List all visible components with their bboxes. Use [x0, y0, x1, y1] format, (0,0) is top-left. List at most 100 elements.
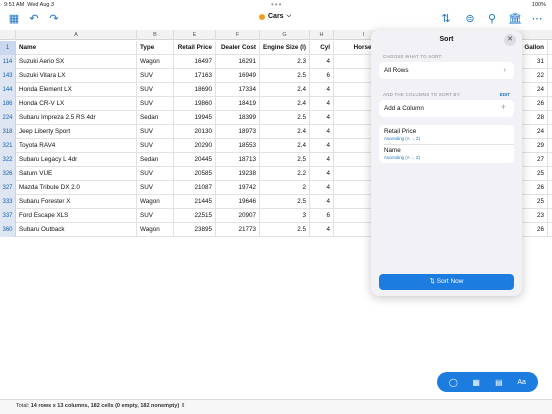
cell-type[interactable]: SUV: [137, 69, 174, 83]
row-number[interactable]: 327: [0, 181, 16, 195]
cell-type[interactable]: Wagon: [137, 195, 174, 209]
cell-engine-size[interactable]: 3: [260, 209, 310, 223]
cell-type[interactable]: SUV: [137, 139, 174, 153]
cell-retail-price[interactable]: 22515: [174, 209, 216, 223]
edit-button[interactable]: EDIT: [500, 92, 510, 97]
cell-gallon[interactable]: 24: [521, 83, 548, 97]
cell-gallon[interactable]: 29: [521, 139, 548, 153]
cell-type[interactable]: SUV: [137, 209, 174, 223]
column-letter[interactable]: A: [16, 30, 137, 40]
cell-name[interactable]: Honda CR-V LX: [16, 97, 137, 111]
cell-retail-price[interactable]: 21445: [174, 195, 216, 209]
cell-cyl[interactable]: 4: [310, 125, 334, 139]
cell-retail-price[interactable]: 19945: [174, 111, 216, 125]
corner-cell[interactable]: [0, 30, 16, 40]
cell-retail-price[interactable]: 16497: [174, 55, 216, 69]
cell-type[interactable]: Sedan: [137, 111, 174, 125]
cell-engine-size[interactable]: 2: [260, 181, 310, 195]
cell-engine-size[interactable]: 2.5: [260, 153, 310, 167]
sort-criterion[interactable]: Name Ascending (A → Z): [379, 144, 514, 163]
row-number[interactable]: 360: [0, 223, 16, 237]
add-column-button[interactable]: Add a Column +: [379, 100, 514, 117]
scope-selector[interactable]: All Rows ›: [379, 62, 514, 79]
documents-icon[interactable]: ▦: [6, 12, 22, 26]
cell-cyl[interactable]: 4: [310, 97, 334, 111]
column-header[interactable]: Dealer Cost: [216, 41, 260, 55]
cell-dealer-cost[interactable]: 18419: [216, 97, 260, 111]
more-icon[interactable]: ⋯: [529, 12, 545, 26]
column-header[interactable]: Name: [16, 41, 137, 55]
row-number[interactable]: 186: [0, 97, 16, 111]
cell-cyl[interactable]: 6: [310, 69, 334, 83]
cell-name[interactable]: Mazda Tribute DX 2.0: [16, 181, 137, 195]
cell-dealer-cost[interactable]: 18713: [216, 153, 260, 167]
row-number[interactable]: 326: [0, 167, 16, 181]
row-number[interactable]: 1: [0, 41, 16, 55]
cell-retail-price[interactable]: 20130: [174, 125, 216, 139]
cell-dealer-cost[interactable]: 18399: [216, 111, 260, 125]
row-number[interactable]: 321: [0, 139, 16, 153]
cell-engine-size[interactable]: 2.5: [260, 111, 310, 125]
cell-engine-size[interactable]: 2.4: [260, 125, 310, 139]
cell-gallon[interactable]: 26: [521, 181, 548, 195]
cell-cyl[interactable]: 4: [310, 153, 334, 167]
cell-cyl[interactable]: 6: [310, 209, 334, 223]
column-header[interactable]: Gallon: [521, 41, 548, 55]
cell-cyl[interactable]: 4: [310, 181, 334, 195]
stepper-icon[interactable]: ⇕: [181, 403, 186, 409]
cell-name[interactable]: Subaru Outback: [16, 223, 137, 237]
column-header[interactable]: Cyl: [310, 41, 334, 55]
row-number[interactable]: 333: [0, 195, 16, 209]
cell-cyl[interactable]: 4: [310, 223, 334, 237]
cell-engine-size[interactable]: 2.3: [260, 55, 310, 69]
column-letter[interactable]: H: [310, 30, 334, 40]
close-icon[interactable]: ✕: [504, 34, 516, 46]
filter-icon[interactable]: ⊜: [462, 12, 478, 26]
row-number[interactable]: 144: [0, 83, 16, 97]
cell-dealer-cost[interactable]: 19742: [216, 181, 260, 195]
cell-retail-price[interactable]: 19860: [174, 97, 216, 111]
library-icon[interactable]: 🏛: [507, 12, 523, 26]
cell-cyl[interactable]: 4: [310, 139, 334, 153]
cell-retail-price[interactable]: 20445: [174, 153, 216, 167]
cell-dealer-cost[interactable]: 18553: [216, 139, 260, 153]
cell-engine-size[interactable]: 2.5: [260, 69, 310, 83]
cell-type[interactable]: SUV: [137, 97, 174, 111]
cell-cyl[interactable]: 4: [310, 83, 334, 97]
multitask-dots-icon[interactable]: •••: [271, 0, 282, 9]
cell-engine-size[interactable]: 2.4: [260, 139, 310, 153]
column-layout-icon[interactable]: ▤: [491, 378, 507, 387]
row-number[interactable]: 318: [0, 125, 16, 139]
row-number[interactable]: 322: [0, 153, 16, 167]
cell-cyl[interactable]: 4: [310, 195, 334, 209]
cell-retail-price[interactable]: 21087: [174, 181, 216, 195]
cell-dealer-cost[interactable]: 20907: [216, 209, 260, 223]
cell-engine-size[interactable]: 2.5: [260, 195, 310, 209]
column-header[interactable]: Type: [137, 41, 174, 55]
cell-name[interactable]: Honda Element LX: [16, 83, 137, 97]
cell-type[interactable]: Wagon: [137, 223, 174, 237]
cell-gallon[interactable]: 31: [521, 55, 548, 69]
cell-cyl[interactable]: 4: [310, 111, 334, 125]
cell-dealer-cost[interactable]: 18973: [216, 125, 260, 139]
cell-name[interactable]: Suzuki Vitara LX: [16, 69, 137, 83]
cell-cyl[interactable]: 4: [310, 55, 334, 69]
cell-dealer-cost[interactable]: 16291: [216, 55, 260, 69]
cell-cyl[interactable]: 4: [310, 167, 334, 181]
cell-gallon[interactable]: 24: [521, 125, 548, 139]
redo-icon[interactable]: ↷: [46, 12, 62, 26]
column-letter[interactable]: E: [174, 30, 216, 40]
cell-gallon[interactable]: 22: [521, 69, 548, 83]
cell-engine-size[interactable]: 2.2: [260, 167, 310, 181]
cell-dealer-cost[interactable]: 21773: [216, 223, 260, 237]
column-header[interactable]: Engine Size (l): [260, 41, 310, 55]
cell-name[interactable]: Ford Escape XLS: [16, 209, 137, 223]
cell-type[interactable]: Sedan: [137, 153, 174, 167]
cell-type[interactable]: SUV: [137, 83, 174, 97]
cell-type[interactable]: Wagon: [137, 55, 174, 69]
sort-icon[interactable]: ⇅: [438, 12, 454, 26]
cell-engine-size[interactable]: 2.4: [260, 83, 310, 97]
cell-name[interactable]: Saturn VUE: [16, 167, 137, 181]
document-title[interactable]: Cars ⌵: [259, 13, 291, 20]
cell-retail-price[interactable]: 20290: [174, 139, 216, 153]
